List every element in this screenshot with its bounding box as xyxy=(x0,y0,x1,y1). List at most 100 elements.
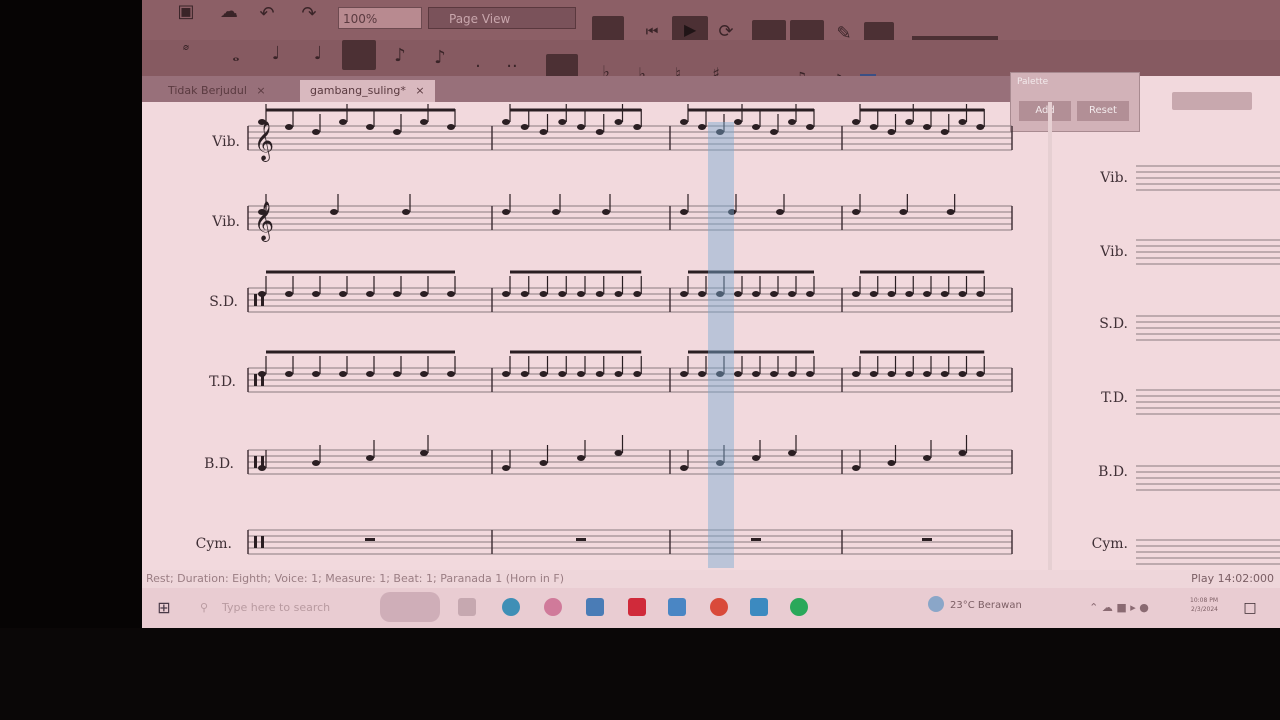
note-head xyxy=(940,291,949,297)
note-head xyxy=(680,465,688,471)
eighth-note-button[interactable] xyxy=(342,40,376,70)
mail-icon[interactable] xyxy=(668,598,686,616)
windows-start-icon[interactable]: ⊞ xyxy=(154,596,174,620)
search-highlight-image xyxy=(380,592,440,622)
note-head xyxy=(869,371,878,377)
note-head xyxy=(447,124,455,130)
note-head xyxy=(502,465,510,471)
note-head xyxy=(393,129,401,135)
note-head xyxy=(923,291,931,297)
note-head xyxy=(366,455,374,461)
edge-browser-icon[interactable] xyxy=(502,598,520,616)
task-view-icon[interactable] xyxy=(458,598,476,616)
note-head xyxy=(614,119,623,125)
taskbar-search-input[interactable]: ⚲ Type here to search xyxy=(188,594,378,622)
note-head xyxy=(734,371,742,377)
tab-untitled[interactable]: Tidak Berjudul × xyxy=(158,80,276,102)
whole-rest xyxy=(922,538,932,541)
close-icon[interactable]: × xyxy=(415,84,424,97)
note-head xyxy=(887,291,896,297)
note-head xyxy=(899,209,908,215)
note-head xyxy=(420,291,428,297)
main-toolbar: ▣ ☁ ↶ ↷ 100% Page View ⏮ ▶ ⟳ ✎ ◉ xyxy=(142,0,1280,68)
cloud-save-icon[interactable]: ☁ xyxy=(216,0,242,24)
note-head xyxy=(752,124,760,130)
note-head xyxy=(312,460,320,466)
note-head xyxy=(558,291,567,297)
photos-icon[interactable] xyxy=(544,598,562,616)
musescore-taskbar-icon[interactable] xyxy=(750,598,768,616)
note-head xyxy=(958,291,967,297)
double-dot-icon[interactable]: .. xyxy=(504,50,520,74)
whole-rest xyxy=(751,538,761,541)
note-head xyxy=(923,455,931,461)
note-head xyxy=(887,129,896,135)
whole-rest xyxy=(365,538,375,541)
tab-gambang-suling[interactable]: gambang_suling* × xyxy=(300,80,435,102)
note-head xyxy=(869,291,878,297)
note-head xyxy=(806,291,814,297)
quarter-note-icon[interactable]: ♩ xyxy=(308,42,328,66)
note-head xyxy=(552,209,560,215)
note-head xyxy=(680,119,688,125)
half-note-icon[interactable]: ♩ xyxy=(266,42,286,66)
note-head xyxy=(887,460,896,466)
note-head xyxy=(339,119,347,125)
note-head xyxy=(285,124,293,130)
note-head xyxy=(680,291,688,297)
note-head xyxy=(806,124,814,130)
musescore-window: ▣ ☁ ↶ ↷ 100% Page View ⏮ ▶ ⟳ ✎ ◉ 𝆩 𝅝 ♩ ♩… xyxy=(142,0,1280,628)
note-head xyxy=(958,119,967,125)
note-head xyxy=(539,371,548,377)
note-head xyxy=(420,450,428,456)
file-explorer-icon[interactable] xyxy=(586,598,604,616)
thirtysecond-note-icon[interactable]: ♪ xyxy=(430,46,450,70)
system-tray-icons[interactable]: ⌃ ☁ ■ ▸ ● xyxy=(1064,596,1174,620)
close-icon[interactable]: × xyxy=(256,84,265,97)
note-head xyxy=(312,291,320,297)
note-head xyxy=(976,371,985,377)
note-head xyxy=(869,124,878,130)
note-head xyxy=(940,129,949,135)
score-canvas[interactable]: Vib. Vib. S.D. T.D. B.D. Cym. Vib. Vib. … xyxy=(142,102,1280,570)
percussion-clef xyxy=(254,294,257,306)
redo-icon[interactable]: ↷ xyxy=(296,2,322,26)
note-head xyxy=(402,209,410,215)
note-head xyxy=(752,455,760,461)
note-head xyxy=(339,371,347,377)
note-head xyxy=(770,291,778,297)
tab-label: Tidak Berjudul xyxy=(168,84,247,97)
note-head xyxy=(502,291,510,297)
note-head xyxy=(520,371,529,377)
dot-icon[interactable]: . xyxy=(470,50,486,74)
new-file-icon[interactable]: ▣ xyxy=(174,0,198,24)
spotify-icon[interactable] xyxy=(790,598,808,616)
whole-note-icon[interactable]: 𝅝 xyxy=(226,44,246,68)
search-placeholder: Type here to search xyxy=(222,601,331,614)
taskbar-clock[interactable]: 10:08 PM 2/3/2024 xyxy=(1190,596,1218,614)
note-head xyxy=(734,119,742,125)
status-text: Rest; Duration: Eighth; Voice: 1; Measur… xyxy=(146,572,564,585)
chrome-icon[interactable] xyxy=(710,598,728,616)
note-head xyxy=(539,129,548,135)
note-head xyxy=(852,291,860,297)
note-head xyxy=(852,209,860,215)
note-head xyxy=(788,450,796,456)
sixteenth-note-icon[interactable]: ♪ xyxy=(390,44,410,68)
note-input-icon[interactable]: 𝆩 xyxy=(174,40,198,64)
note-head xyxy=(312,129,320,135)
note-head xyxy=(852,371,860,377)
note-head xyxy=(752,371,760,377)
view-mode-select[interactable]: Page View xyxy=(428,7,576,29)
note-head xyxy=(734,291,742,297)
note-head xyxy=(614,291,623,297)
zoom-input[interactable]: 100% xyxy=(338,7,422,29)
note-head xyxy=(940,371,949,377)
note-head xyxy=(852,465,860,471)
undo-icon[interactable]: ↶ xyxy=(254,2,280,26)
note-head xyxy=(788,119,796,125)
notification-icon[interactable]: □ xyxy=(1240,596,1260,620)
percussion-clef xyxy=(261,536,264,548)
store-icon[interactable] xyxy=(628,598,646,616)
note-head xyxy=(258,291,266,297)
